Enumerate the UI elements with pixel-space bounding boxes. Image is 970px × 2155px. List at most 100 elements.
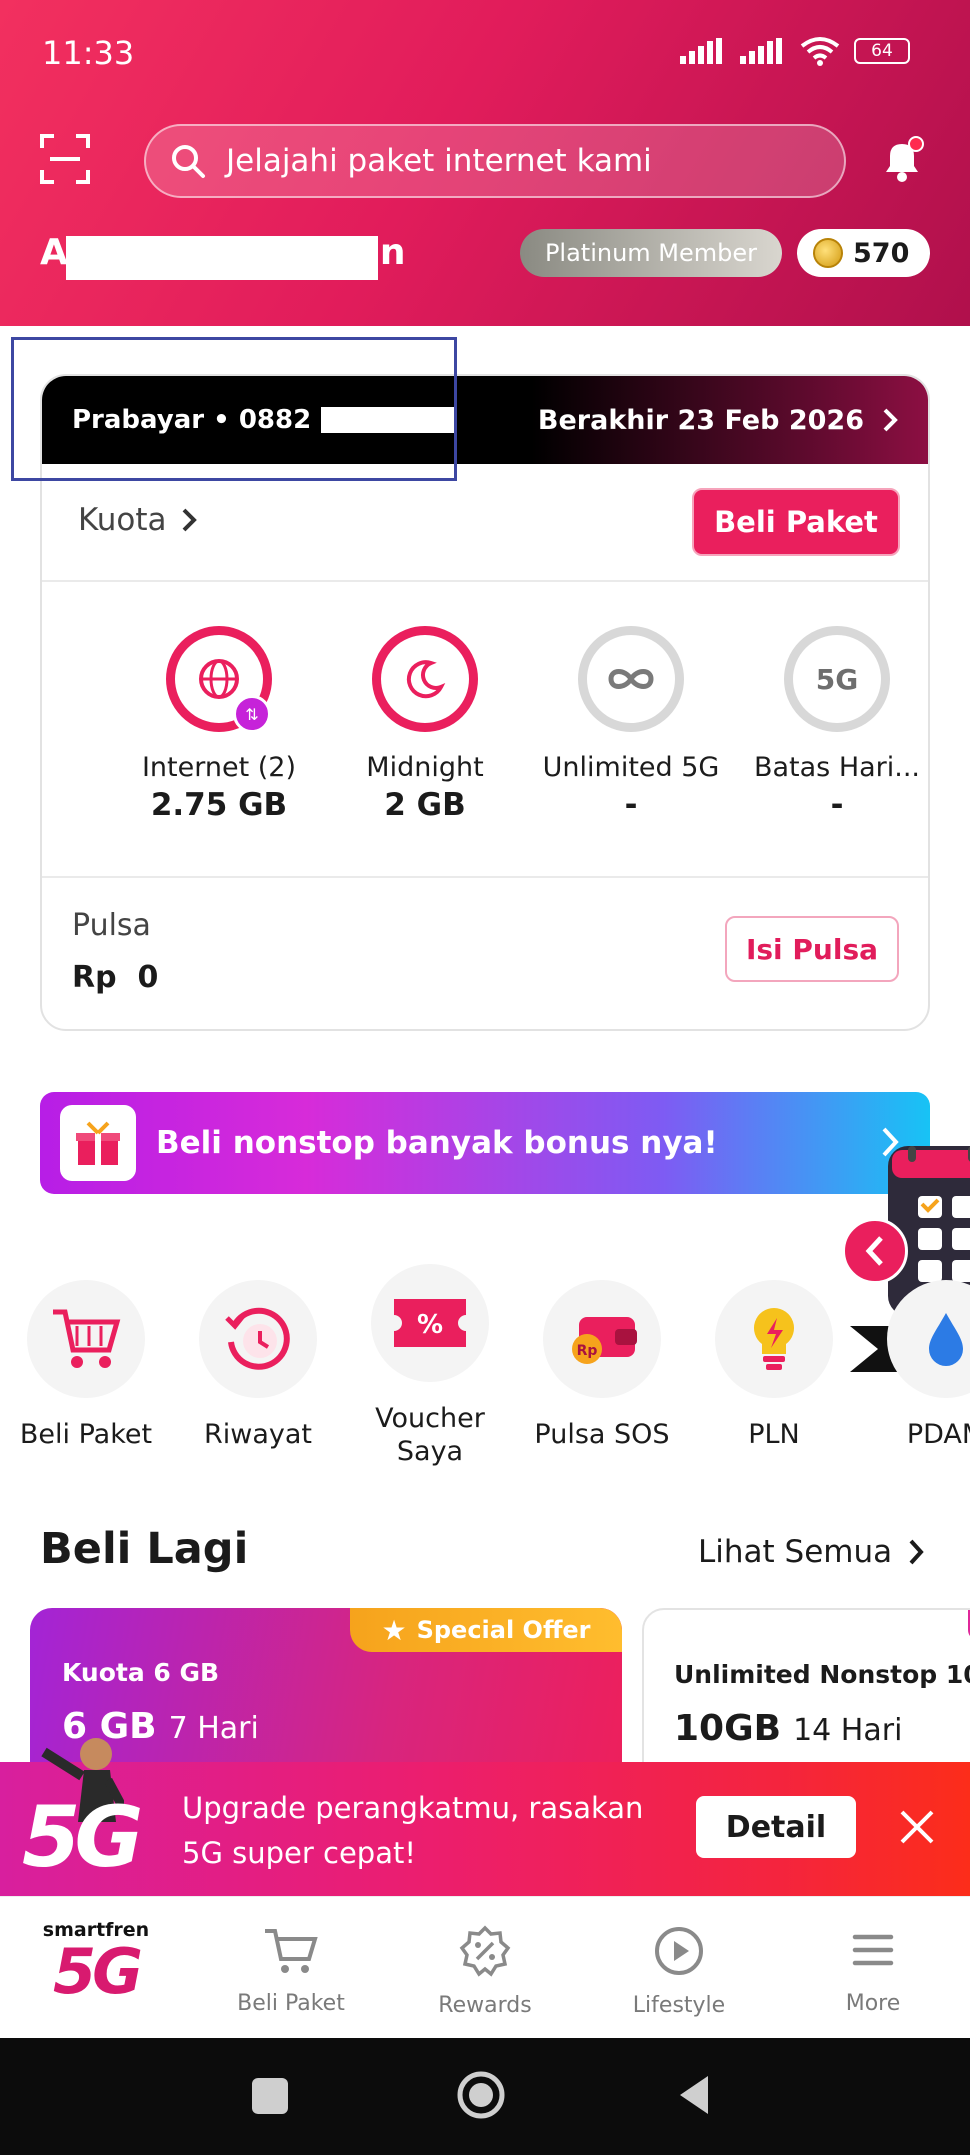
offer-size-value: 10GB	[674, 1708, 782, 1749]
header: 11:33 64 Jelajahi paket internet kami An	[0, 0, 970, 326]
quota-value: -	[830, 787, 844, 823]
quota-ring	[578, 626, 684, 732]
offer-title: Unlimited Nonstop 10	[674, 1660, 970, 1689]
system-nav-bar	[0, 2038, 970, 2155]
status-time: 11:33	[42, 34, 135, 72]
nav-label: Rewards	[438, 1993, 532, 2018]
svg-text:Rp: Rp	[577, 1343, 598, 1359]
recent-apps-icon[interactable]	[252, 2078, 288, 2114]
buy-package-button[interactable]: Beli Paket	[692, 488, 900, 556]
menu-voucher[interactable]: % Voucher Saya	[344, 1264, 516, 1468]
cart-icon	[265, 1929, 318, 1973]
quota-value: -	[624, 787, 638, 823]
nav-rewards[interactable]: Rewards	[410, 1925, 560, 2018]
history-icon	[199, 1280, 317, 1398]
coin-icon	[813, 238, 843, 268]
expiry-date[interactable]: Berakhir 23 Feb 2026	[538, 405, 898, 436]
nav-label: Lifestyle	[632, 1993, 726, 2018]
menu-pln[interactable]: PLN	[688, 1280, 860, 1451]
moon-icon	[406, 660, 446, 699]
cart-icon	[27, 1280, 145, 1398]
home-icon[interactable]	[456, 2070, 506, 2120]
quota-internet[interactable]: ⇅ Internet (2) 2.75 GB	[114, 626, 324, 823]
nav-beli-paket[interactable]: Beli Paket	[216, 1925, 366, 2016]
collapse-button[interactable]	[842, 1218, 908, 1284]
bottom-nav: smartfren 5G Beli Paket Rewards Lifestyl…	[0, 1896, 970, 2038]
search-bar[interactable]: Jelajahi paket internet kami	[144, 124, 846, 198]
play-icon	[655, 1927, 703, 1975]
menu-icon	[852, 1934, 894, 1966]
nav-more[interactable]: More	[798, 1925, 948, 2016]
detail-button[interactable]: Detail	[696, 1796, 856, 1858]
chevron-left-icon	[865, 1236, 883, 1266]
quota-name: Internet (2)	[141, 752, 297, 783]
data-transfer-icon: ⇅	[233, 695, 271, 733]
brand-logo[interactable]: smartfren 5G	[36, 1919, 156, 2003]
pulsa-label: Pulsa	[72, 908, 151, 943]
battery-level: 64	[871, 41, 893, 61]
brand-5g: 5G	[52, 1935, 143, 2008]
nav-label: Beli Paket	[237, 1991, 345, 2016]
highlight-box	[11, 337, 457, 481]
scan-icon[interactable]	[40, 134, 90, 184]
menu-label: Voucher Saya	[375, 1403, 485, 1467]
kuota-label: Kuota	[78, 502, 167, 538]
menu-label: Beli Paket	[19, 1419, 153, 1450]
upgrade-banner[interactable]: 5G Upgrade perangkatmu, rasakan 5G super…	[0, 1738, 970, 1896]
chevron-right-icon	[182, 508, 197, 532]
menu-pulsa-sos[interactable]: Rp Pulsa SOS	[516, 1280, 688, 1451]
menu-label: Pulsa SOS	[534, 1419, 670, 1450]
offer-duration: 14 Hari	[793, 1713, 903, 1748]
special-offer-badge: ★ Special Offer	[350, 1608, 622, 1652]
banner-line-2: 5G super cepat!	[182, 1836, 416, 1870]
pulsa-balance: Rp 0	[72, 960, 159, 995]
member-badge[interactable]: Platinum Member	[520, 229, 782, 277]
see-all-label: Lihat Semua	[698, 1534, 893, 1570]
expiry-label: Berakhir 23 Feb 2026	[537, 404, 864, 436]
search-placeholder: Jelajahi paket internet kami	[226, 143, 652, 179]
menu-pdam[interactable]: PDAM	[860, 1280, 970, 1451]
pulsa-row: Pulsa Rp 0 Isi Pulsa	[42, 876, 928, 1029]
topup-button[interactable]: Isi Pulsa	[725, 916, 899, 982]
quota-ring	[372, 626, 478, 732]
quota-unlimited-5g[interactable]: Unlimited 5G -	[526, 626, 736, 823]
globe-icon	[199, 659, 239, 699]
kuota-link[interactable]: Kuota	[78, 502, 197, 538]
promo-banner[interactable]: Beli nonstop banyak bonus nya!	[40, 1092, 930, 1194]
menu-label: PDAM	[906, 1419, 970, 1450]
gift-icon	[60, 1105, 136, 1181]
quota-value: 2 GB	[384, 787, 466, 823]
menu-label: Riwayat	[204, 1419, 312, 1450]
close-icon[interactable]	[896, 1806, 938, 1848]
promo-text: Beli nonstop banyak bonus nya!	[156, 1125, 718, 1161]
menu-label: PLN	[748, 1419, 800, 1450]
menu-riwayat[interactable]: Riwayat	[172, 1280, 344, 1451]
signal-icon-2	[740, 38, 782, 64]
battery-icon: 64	[854, 38, 910, 64]
bulb-icon	[715, 1280, 833, 1398]
points-badge[interactable]: 570	[797, 229, 930, 277]
star-icon: ★	[381, 1613, 407, 1647]
see-all-link[interactable]: Lihat Semua	[698, 1534, 924, 1570]
svg-text:%: %	[417, 1310, 443, 1340]
user-name-first: A	[40, 232, 68, 273]
wifi-icon	[800, 37, 840, 66]
quota-name: Batas Hari...	[753, 752, 921, 783]
quota-name: Midnight	[366, 752, 484, 783]
back-icon[interactable]	[676, 2074, 710, 2116]
nav-lifestyle[interactable]: Lifestyle	[604, 1925, 754, 2018]
chevron-right-icon	[883, 408, 898, 432]
bell-icon[interactable]	[880, 136, 924, 184]
nav-label: More	[845, 1991, 901, 2016]
banner-line-1: Upgrade perangkatmu, rasakan	[182, 1791, 644, 1825]
redacted-name	[66, 236, 378, 280]
water-icon	[887, 1280, 970, 1398]
offer-tag-label: Special Offer	[416, 1616, 591, 1644]
quota-midnight[interactable]: Midnight 2 GB	[320, 626, 530, 823]
status-icons: 64	[680, 36, 910, 66]
rewards-icon	[459, 1925, 511, 1977]
menu-beli-paket[interactable]: Beli Paket	[0, 1280, 172, 1451]
quota-ring: ⇅	[166, 626, 272, 733]
kuota-row: Kuota Beli Paket	[42, 464, 928, 582]
quota-daily-limit[interactable]: 5G Batas Hari... -	[732, 626, 928, 823]
